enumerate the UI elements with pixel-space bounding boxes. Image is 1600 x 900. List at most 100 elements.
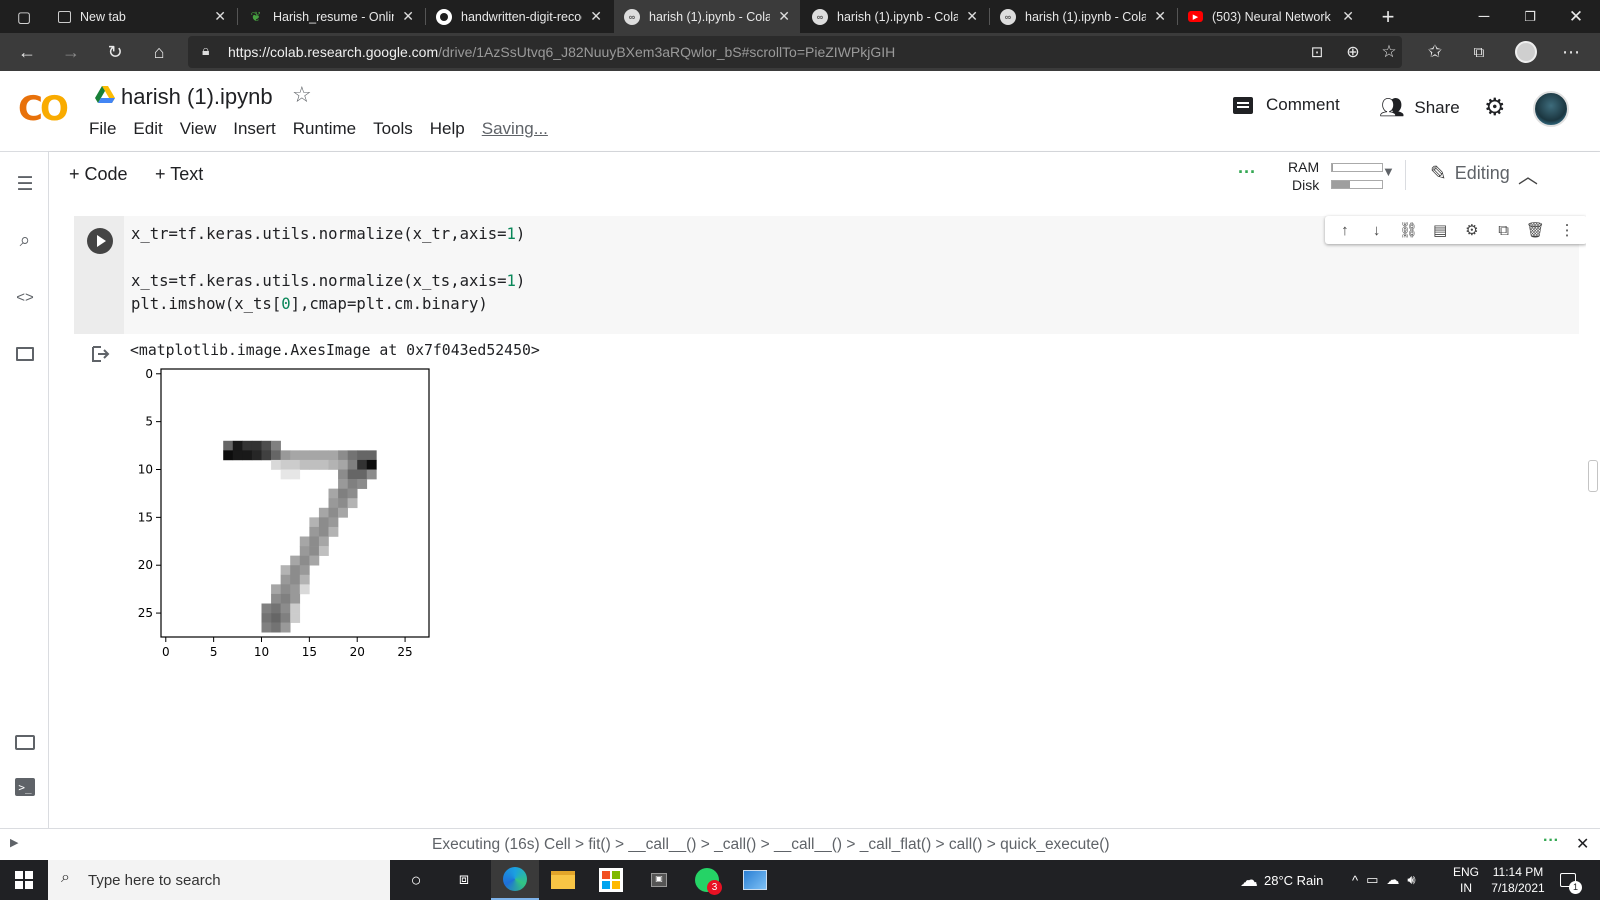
home-icon[interactable]: ⌂: [144, 37, 174, 67]
run-cell-button[interactable]: [87, 228, 113, 254]
link-to-cell-icon[interactable]: ⛓: [1397, 221, 1419, 239]
add-comment-icon[interactable]: ▤: [1429, 221, 1451, 239]
add-code-button[interactable]: + Code: [69, 164, 128, 185]
menu-help[interactable]: Help: [430, 119, 465, 139]
close-tab-icon[interactable]: ✕: [778, 8, 790, 25]
tab-colab-3[interactable]: ∞ harish (1).ipynb - Colab ✕: [990, 0, 1176, 33]
menu-runtime[interactable]: Runtime: [293, 119, 356, 139]
table-of-contents-icon[interactable]: ☰: [13, 172, 37, 196]
language-indicator[interactable]: ENG IN: [1453, 860, 1479, 900]
search-icon[interactable]: ⌕: [13, 229, 37, 253]
forward-icon[interactable]: →: [56, 37, 86, 67]
add-favorite-icon[interactable]: ☆: [1374, 37, 1404, 67]
move-cell-up-icon[interactable]: ↑: [1334, 222, 1356, 239]
weather-widget[interactable]: ☁ 28°C Rain: [1240, 860, 1323, 900]
tab-github[interactable]: handwritten-digit-recog ✕: [426, 0, 612, 33]
task-view-icon[interactable]: ⧈: [440, 860, 488, 900]
close-tab-icon[interactable]: ✕: [402, 8, 414, 25]
move-cell-down-icon[interactable]: ↓: [1366, 222, 1388, 239]
refresh-icon[interactable]: ↻: [100, 37, 130, 67]
code-snippets-icon[interactable]: <>: [13, 285, 37, 309]
cortana-icon[interactable]: ○: [392, 860, 440, 900]
close-tab-icon[interactable]: ✕: [1342, 8, 1354, 25]
settings-gear-icon[interactable]: ⚙: [1484, 93, 1506, 122]
onedrive-icon[interactable]: ☁: [1386, 872, 1399, 888]
file-explorer-icon[interactable]: [539, 860, 587, 900]
taskbar-search-box[interactable]: ⌕ Type here to search: [48, 860, 390, 900]
collapse-header-icon[interactable]: ︿: [1518, 160, 1538, 189]
volume-icon[interactable]: 🔊︎: [1407, 872, 1415, 888]
y-tick-label: 0: [145, 367, 153, 381]
code-line[interactable]: x_tr=tf.keras.utils.normalize(x_tr,axis=…: [131, 225, 525, 243]
close-tab-icon[interactable]: ✕: [214, 8, 226, 25]
close-status-icon[interactable]: ✕: [1576, 834, 1589, 854]
close-tab-icon[interactable]: ✕: [966, 8, 978, 25]
tab-colab-2[interactable]: ∞ harish (1).ipynb - Colab ✕: [802, 0, 988, 33]
star-icon[interactable]: ☆: [292, 82, 312, 108]
collections-icon[interactable]: ⧉: [1464, 37, 1494, 67]
microsoft-store-icon[interactable]: [587, 860, 635, 900]
tab-colab-active[interactable]: ∞ harish (1).ipynb - Colab ✕: [614, 0, 800, 33]
back-icon[interactable]: ←: [12, 37, 42, 67]
favorites-icon[interactable]: ✩: [1420, 37, 1450, 67]
app-icon[interactable]: ▣: [635, 860, 683, 900]
minimize-icon[interactable]: ─: [1462, 0, 1506, 33]
notifications-icon[interactable]: 1: [1560, 860, 1582, 900]
avatar[interactable]: [1533, 91, 1569, 127]
tab-new-tab[interactable]: New tab ✕: [48, 0, 236, 33]
more-options-icon[interactable]: ⋮: [1556, 221, 1578, 239]
whatsapp-icon[interactable]: 3: [683, 860, 731, 900]
vertical-scrollbar[interactable]: [1586, 198, 1600, 828]
close-window-icon[interactable]: ✕: [1554, 0, 1598, 33]
menu-insert[interactable]: Insert: [233, 119, 276, 139]
editing-mode-button[interactable]: ✎ Editing: [1430, 161, 1510, 186]
url-host: https://colab.research.google.com: [228, 44, 439, 60]
menu-file[interactable]: File: [89, 119, 116, 139]
delete-cell-icon[interactable]: 🗑︎: [1524, 221, 1546, 239]
tab-resume[interactable]: ❦ Harish_resume - Online ✕: [238, 0, 424, 33]
browser-menu-icon[interactable]: ⋯: [1556, 37, 1586, 67]
zoom-icon[interactable]: ⊕: [1338, 37, 1368, 67]
google-drive-icon[interactable]: [95, 86, 115, 104]
close-tab-icon[interactable]: ✕: [1154, 8, 1166, 25]
resources-dropdown-icon[interactable]: ▼: [1382, 164, 1395, 179]
scrollbar-thumb[interactable]: [1588, 460, 1598, 492]
mirror-cell-icon[interactable]: ⧉: [1493, 222, 1515, 239]
output-actions-icon[interactable]: [91, 345, 111, 363]
command-palette-icon[interactable]: [13, 730, 37, 754]
tab-youtube[interactable]: ▶ (503) Neural Network F ✕: [1178, 0, 1364, 33]
colab-logo[interactable]: CO: [18, 89, 69, 129]
saving-status[interactable]: Saving...: [482, 119, 548, 139]
windows-start-icon[interactable]: [0, 860, 48, 900]
menu-tools[interactable]: Tools: [373, 119, 413, 139]
photos-icon[interactable]: [731, 860, 779, 900]
status-dots-icon: ···: [1543, 832, 1559, 849]
code-line[interactable]: plt.imshow(x_ts[0],cmap=plt.cm.binary): [131, 295, 488, 313]
reader-mode-icon[interactable]: ⊡: [1302, 37, 1332, 67]
code-cell[interactable]: x_tr=tf.keras.utils.normalize(x_tr,axis=…: [74, 216, 1587, 334]
battery-icon[interactable]: ▭: [1366, 872, 1378, 888]
share-button[interactable]: 👥︎ Share: [1379, 95, 1460, 120]
pixel-cell: [280, 603, 291, 614]
url-input[interactable]: 🔒︎ https://colab.research.google.com/dri…: [188, 36, 1402, 68]
code-line[interactable]: x_ts=tf.keras.utils.normalize(x_ts,axis=…: [131, 272, 525, 290]
cell-settings-icon[interactable]: ⚙: [1461, 221, 1483, 239]
profile-icon[interactable]: [1511, 37, 1541, 67]
play-icon: [97, 235, 106, 247]
edge-browser-icon[interactable]: [491, 860, 539, 900]
add-text-button[interactable]: + Text: [155, 164, 203, 185]
tab-actions-icon[interactable]: ▢: [2, 0, 46, 33]
comment-button[interactable]: Comment: [1233, 95, 1340, 115]
clock-time: 11:14 PM: [1492, 865, 1544, 879]
new-tab-plus-icon[interactable]: +: [1366, 0, 1410, 33]
terminal-icon[interactable]: >_: [13, 775, 37, 799]
notebook-title[interactable]: harish (1).ipynb: [121, 84, 273, 110]
files-folder-icon[interactable]: [13, 342, 37, 366]
menu-edit[interactable]: Edit: [133, 119, 162, 139]
close-tab-icon[interactable]: ✕: [590, 8, 602, 25]
restore-icon[interactable]: ❐: [1508, 0, 1552, 33]
tray-overflow-icon[interactable]: ^: [1352, 873, 1358, 888]
menu-view[interactable]: View: [180, 119, 217, 139]
expand-status-icon[interactable]: ▶: [10, 836, 18, 849]
clock[interactable]: 11:14 PM 7/18/2021: [1488, 860, 1548, 900]
